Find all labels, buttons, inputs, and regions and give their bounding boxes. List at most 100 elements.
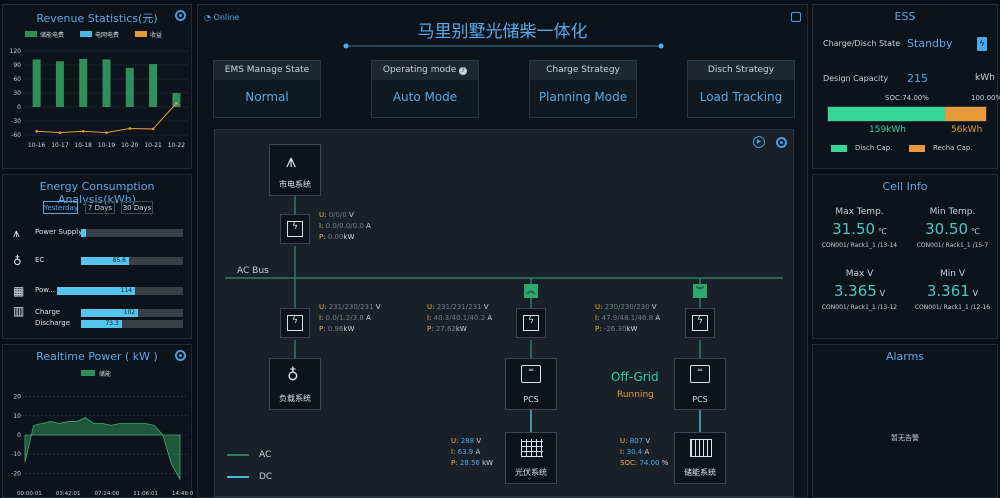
load-system-node[interactable]: ♁ 负载系统 — [269, 358, 321, 410]
charge-strategy-box: Charge Strategy Planning Mode — [529, 60, 637, 118]
profit-point — [128, 127, 132, 130]
cell-item-value: 30.50 — [925, 220, 969, 238]
meter-icon: ϟ — [692, 315, 708, 331]
profit-point — [175, 101, 178, 105]
ess-state-label: Charge/Disch State — [823, 39, 901, 48]
x-tick-label: 10-17 — [51, 142, 69, 149]
bat-soc: 74.00 — [639, 459, 660, 467]
operating-mode-head: Operating mode ? — [372, 61, 478, 80]
disch-strategy-value: Load Tracking — [699, 90, 783, 104]
legend-label: 收益 — [150, 31, 162, 39]
unit-a: A — [487, 314, 493, 322]
y-tick-label: -60 — [11, 132, 21, 139]
cell-item-reading: 31.50 ℃ — [813, 220, 906, 238]
energy-row-label: Charge — [35, 308, 61, 316]
power-tower-icon: ⩚ — [13, 226, 20, 240]
legend-recha-swatch — [909, 145, 925, 152]
grid-u: 0/0/0 — [328, 211, 347, 219]
cell-item-label: Min V — [940, 269, 965, 279]
flow-up-icon: ︽ — [524, 284, 538, 298]
unit-a: A — [655, 314, 661, 322]
offgrid-status: Off-Grid — [611, 370, 659, 384]
unit-v: V — [476, 437, 482, 445]
pv-system-node[interactable]: 光伏系统 — [505, 432, 557, 484]
expand-icon[interactable] — [791, 12, 801, 22]
legend-recha-label: Recha Cap. — [933, 144, 973, 152]
battery-charge-icon: ϟ — [977, 37, 987, 51]
ess-system-label: 储能系统 — [684, 468, 716, 477]
help-icon[interactable]: ? — [459, 67, 468, 75]
tab-30-days[interactable]: 30 Days — [121, 201, 153, 214]
cell-item-label: Max V — [845, 269, 874, 279]
energy-bar-fill: 102 — [81, 309, 139, 317]
load-p: 0.96 — [327, 325, 344, 333]
gear-icon[interactable] — [175, 10, 186, 21]
cell-item-value: 3.361 — [926, 282, 970, 300]
energy-row-label: Discharge — [35, 319, 71, 327]
unit-kw: kW — [455, 325, 467, 333]
pcs2-node[interactable]: ≂ PCS — [674, 358, 726, 410]
unit-a: A — [366, 222, 371, 230]
cell-max-v: Max V 3.365 V CON001/ Rack1_1 /13-12 — [813, 269, 906, 311]
meter-icon: ϟ — [287, 221, 303, 237]
load-meter[interactable]: ϟ — [280, 308, 310, 338]
profit-point — [35, 129, 38, 133]
grid-i: 0.0/0.0/0.0 — [325, 222, 364, 230]
disch-strategy-label: Disch Strategy — [688, 61, 794, 80]
grid-system-node[interactable]: ⩚ 市电系统 — [269, 144, 321, 196]
x-tick-label: 10-22 — [168, 142, 186, 149]
cell-item-unit: V — [879, 289, 886, 298]
gear-icon[interactable] — [175, 350, 186, 361]
soc-label: SOC:74.00% — [885, 94, 929, 102]
realtime-panel: Realtime Power ( kW ) 储能 20 10 0 -10 -20 00:00… — [2, 344, 193, 498]
power-area — [24, 417, 181, 481]
cell-max-temp: Max Temp. 31.50 ℃ CON001/ Rack1_1 /13-14 — [813, 207, 906, 249]
pcs1-node[interactable]: ≂ PCS — [505, 358, 557, 410]
revenue-title: Revenue Statistics(元) — [36, 12, 158, 25]
cell-info-panel: Cell Info Max Temp. 31.50 ℃ CON001/ Rack… — [812, 174, 998, 339]
recha-cap-value: 56kWh — [951, 125, 983, 135]
x-tick-label: 00:00:01 — [17, 491, 42, 497]
realtime-chart: 储能 20 10 0 -10 -20 00:00:01 03:42:01 07:24:00 11:… — [11, 370, 193, 497]
running-status: Running — [617, 390, 654, 400]
gear-icon[interactable] — [776, 137, 787, 148]
pcs1-meter[interactable]: ϟ — [516, 308, 546, 338]
energy-row-label: Power Supply — [35, 228, 83, 236]
legend-ac: AC — [259, 450, 272, 460]
ess-title: ESS — [894, 10, 916, 23]
alarms-empty-text: 暂无告警 — [891, 434, 919, 442]
y-tick-label: 120 — [10, 48, 22, 55]
soc-bar-fill — [828, 107, 945, 121]
x-tick-label: 03:42:01 — [56, 491, 81, 497]
pv-system-label: 光伏系统 — [515, 468, 547, 477]
unit-v: V — [375, 303, 381, 311]
revenue-panel: Revenue Statistics(元) 储能电费 电网电费 收益 120 90 60 3… — [2, 4, 192, 169]
energy-bar-fill — [81, 229, 87, 237]
topology-diagram: ▶ AC Bus ⩚ 市电系统 ϟ U: 0/0/0 V I: 0.0/0.0/… — [214, 129, 794, 497]
y-tick-label: -10 — [11, 451, 21, 458]
play-icon[interactable]: ▶ — [753, 136, 765, 148]
pcs1-i: 40.3/40.1/40.2 — [433, 314, 486, 322]
tab-7-days[interactable]: 7 Days — [85, 201, 115, 214]
pcs2-meter[interactable]: ϟ — [685, 308, 715, 338]
revenue-bar — [149, 64, 158, 107]
legend-label: 储能 — [99, 370, 111, 378]
solar-panel-icon — [521, 439, 543, 457]
cell-item-reading: 3.361 V — [906, 282, 999, 300]
legend-swatch — [81, 370, 95, 376]
page-title: 马里别墅光储柴一体化 — [417, 22, 588, 42]
tab-yesterday[interactable]: Yesterday — [43, 201, 78, 214]
profit-point — [151, 127, 155, 131]
realtime-title: Realtime Power ( kW ) — [36, 350, 158, 363]
ess-cap-value: 215 — [907, 72, 928, 85]
power-tower-icon: ⩚ — [286, 151, 297, 172]
grid-meter[interactable]: ϟ — [280, 214, 310, 244]
ess-system-node[interactable]: 储能系统 — [674, 432, 726, 484]
unit-v: V — [349, 211, 354, 219]
operating-mode-box: Operating mode ? Auto Mode — [371, 60, 479, 118]
revenue-bar — [79, 58, 88, 107]
operating-mode-value: Auto Mode — [392, 90, 458, 104]
y-tick-label: -20 — [11, 470, 21, 477]
cell-min-temp: Min Temp. 30.50 ℃ CON001/ Rack1_1 /15-7 — [906, 207, 999, 249]
legend-swatch — [25, 31, 37, 37]
